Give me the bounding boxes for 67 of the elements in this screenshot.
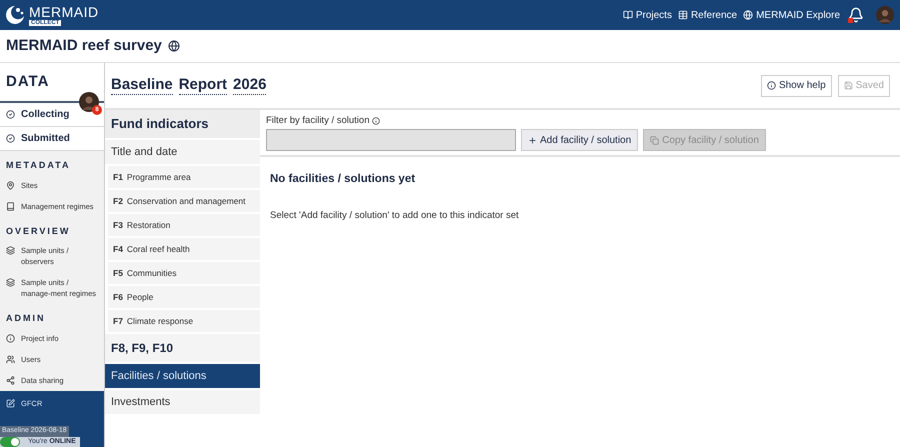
indicator-item[interactable]: F4 Coral reef health [108,238,260,262]
indicator-item[interactable]: F2 Conservation and management [108,190,260,214]
info-icon [766,81,776,90]
indicator-item[interactable]: F5 Communities [108,262,260,286]
empty-text: Select 'Add facility / solution' to add one to this indicator set [270,208,520,222]
section-heading: OVERVIEW [5,224,72,238]
copy-icon [650,136,660,145]
info-icon [372,117,380,126]
edit-icon [6,398,15,408]
indicator-code: F3 [113,218,123,232]
empty-title: No facilities / solutions yet [270,172,416,188]
check-circle-icon [6,134,15,143]
indicator-code: F6 [113,290,123,304]
users-icon [6,354,15,364]
share-icon [6,376,15,384]
indicator-item[interactable]: F3 Restoration [108,214,260,238]
help-button[interactable]: Show help [760,74,832,96]
report-title-word: Baseline [111,76,173,95]
group-item[interactable]: F8, F9, F10 [105,334,260,364]
indicator-code: F7 [113,314,123,328]
indicator-code: F1 [113,170,123,184]
info-icon [6,334,15,342]
report-title-word: 2026 [233,76,266,95]
indicator-item[interactable]: F7 Climate response [108,310,260,334]
report-title-word: Report [178,76,228,95]
indicator-item[interactable]: F1 Programme area [108,166,260,190]
indicator-label: People [126,290,154,304]
layers-icon [6,278,15,287]
indicator-label: Conservation and management [126,194,246,208]
section-item[interactable]: Title and date [105,140,260,166]
globe-icon[interactable] [168,40,180,52]
book-icon [622,10,633,20]
indicator-label: Communities [126,266,177,280]
logo-name: MERMAID [29,4,99,18]
globe-icon [743,10,754,20]
indicator-label: Coral reef health [126,242,190,256]
plus-icon [528,136,537,145]
indicator-label: Programme area [126,170,191,184]
section-item[interactable]: Investments [105,390,260,416]
section-item[interactable]: Facilities / solutions [105,364,260,390]
indicator-code: F4 [113,242,123,256]
online-toggle[interactable] [0,436,20,447]
nav-link[interactable]: Reference [678,8,738,22]
nav-link[interactable]: MERMAID Explore [743,8,840,22]
section-heading: METADATA [5,159,72,172]
indicator-code: F2 [113,194,123,208]
add-button[interactable]: Add facility / solution [521,129,638,152]
indicator-label: Restoration [126,218,170,232]
avatar[interactable] [79,92,99,112]
filter-label: Filter by facility / solution [266,114,370,128]
pin-icon [6,180,15,190]
project-title: MERMAID reef survey [6,36,162,56]
indicator-label: Climate response [126,314,194,328]
sidebar-title: DATA [6,72,50,92]
list-heading: Fund indicators [105,110,260,140]
check-circle-icon [6,110,15,119]
notifications-icon[interactable] [848,7,864,23]
filter-field[interactable] [266,129,516,152]
nav-link[interactable]: Projects [622,8,672,22]
section-heading: ADMIN [5,312,46,325]
book-icon [6,202,15,210]
indicator-item[interactable]: F6 People [108,286,260,310]
table-icon [678,10,688,20]
layers-icon [6,246,15,255]
save-icon [844,81,853,90]
indicator-code: F5 [113,266,123,280]
logo-icon [4,4,26,26]
